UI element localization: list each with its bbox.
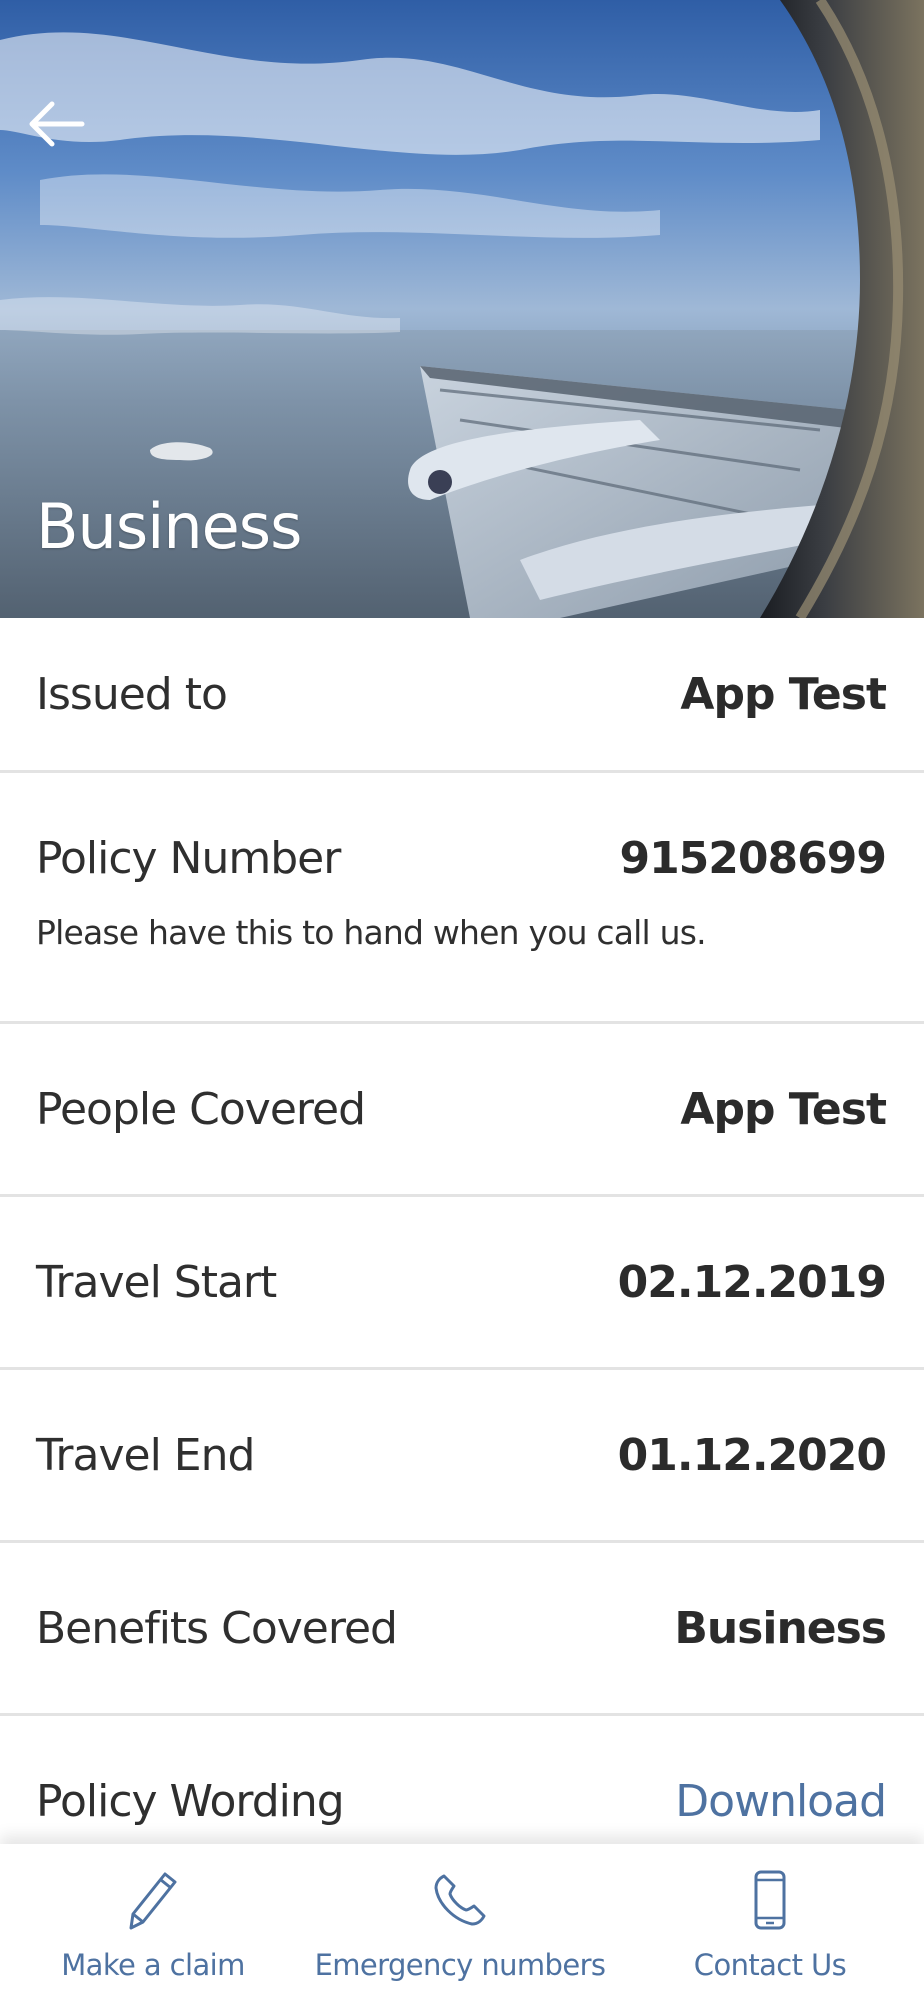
mobile-phone-icon [754,1870,786,1930]
download-link[interactable]: Download [675,1776,887,1827]
arrow-left-icon [29,101,85,147]
phone-icon [434,1874,486,1926]
detail-label: Issued to [36,668,228,720]
detail-row-issued-to: Issued to App Test [0,618,924,773]
nav-make-a-claim[interactable]: Make a claim [61,1844,245,2000]
detail-label: Travel End [36,1429,255,1481]
detail-row-benefits-covered: Benefits Covered Business [0,1543,924,1716]
pen-icon [129,1872,177,1930]
policy-details-list: Issued to App Test Policy Number 9152086… [0,618,924,1889]
detail-value: App Test [680,668,887,720]
nav-emergency-numbers[interactable]: Emergency numbers [315,1844,606,2000]
detail-value: 01.12.2020 [617,1429,887,1481]
nav-contact-us[interactable]: Contact Us [690,1844,850,2000]
detail-row-people-covered: People Covered App Test [0,1024,924,1197]
detail-value: App Test [680,1083,887,1135]
detail-label: People Covered [36,1083,366,1135]
detail-row-travel-end: Travel End 01.12.2020 [0,1370,924,1543]
detail-value: 915208699 [619,832,887,884]
detail-row-policy-number: Policy Number 915208699 Please have this… [0,773,924,1024]
detail-label: Policy Wording [36,1775,345,1827]
nav-label: Contact Us [693,1948,847,1982]
detail-label: Policy Number [36,832,341,884]
nav-label: Make a claim [61,1948,245,1982]
detail-value: Business [674,1602,887,1654]
detail-label: Benefits Covered [36,1602,398,1654]
detail-value: 02.12.2019 [617,1256,887,1308]
detail-label: Travel Start [36,1256,277,1308]
back-button[interactable] [26,92,90,156]
hero-banner: Business [0,0,924,618]
nav-label: Emergency numbers [314,1948,606,1982]
policy-number-note: Please have this to hand when you call u… [36,913,707,952]
bottom-navigation: Make a claim Emergency numbers Contact U… [0,1844,924,2000]
detail-row-travel-start: Travel Start 02.12.2019 [0,1197,924,1370]
page-title: Business [36,490,302,563]
